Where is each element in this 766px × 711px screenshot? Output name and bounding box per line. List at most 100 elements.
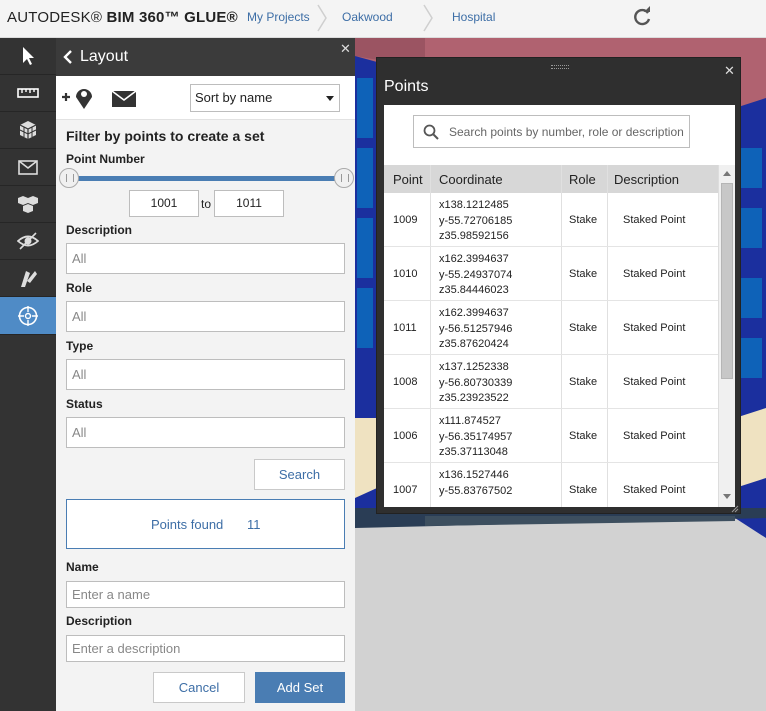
coord-x: x136.1527446 [439, 469, 509, 481]
cell-description: Staked Point [623, 322, 686, 334]
slider-handle-min[interactable] [59, 168, 79, 188]
slider-handle-max[interactable] [334, 168, 354, 188]
tool-views[interactable] [0, 186, 56, 223]
left-toolbar [0, 38, 56, 711]
coord-x: x162.3994637 [439, 307, 509, 319]
table-row[interactable]: 1009 x138.1212485 y-55.72706185 z35.9859… [384, 193, 718, 247]
range-from-input[interactable]: 1001 [129, 190, 199, 217]
coord-y: y-56.80730339 [439, 376, 513, 389]
column-header-point[interactable]: Point [393, 172, 423, 187]
search-icon [423, 124, 439, 140]
scroll-up-icon[interactable] [723, 171, 731, 176]
layout-icon [18, 305, 38, 326]
coord-x: x111.874527 [439, 415, 501, 427]
status-filter[interactable]: All [66, 417, 345, 448]
table-row[interactable]: 1008 x137.1252338 y-56.80730339 z35.2392… [384, 355, 718, 409]
role-filter[interactable]: All [66, 301, 345, 332]
filter-title: Filter by points to create a set [66, 128, 265, 144]
coord-z: z35.84446023 [439, 284, 509, 296]
breadcrumb-chevron-icon [317, 4, 327, 32]
coord-z: z35.23923522 [439, 392, 509, 404]
cell-coordinate: x136.1527446 y-55.83767502 [439, 468, 512, 499]
tool-markup[interactable] [0, 149, 56, 186]
name-label: Name [66, 560, 99, 574]
back-chevron-icon[interactable] [62, 50, 74, 64]
column-header-description[interactable]: Description [614, 172, 679, 187]
app-logo: AUTODESK® BIM 360™ GLUE® [7, 9, 238, 26]
breadcrumb-hospital[interactable]: Hospital [452, 10, 495, 24]
points-table-scrollbar[interactable] [718, 165, 735, 507]
column-header-coordinate[interactable]: Coordinate [439, 172, 503, 187]
cell-role: Stake [569, 376, 598, 388]
search-button[interactable]: Search [254, 459, 345, 490]
measure-icon [17, 88, 39, 98]
logo-product: BIM 360™ GLUE® [106, 9, 238, 26]
clash-icon [21, 271, 37, 287]
range-to-word: to [201, 197, 212, 211]
description-label: Description [66, 223, 133, 237]
breadcrumb-oakwood[interactable]: Oakwood [342, 10, 393, 24]
points-search-input[interactable]: Search points by number, role or descrip… [413, 115, 690, 148]
table-row[interactable]: 1011 x162.3994637 y-56.51257946 z35.8762… [384, 301, 718, 355]
cell-point: 1006 [393, 430, 418, 442]
points-window-close-icon[interactable]: ✕ [724, 63, 735, 79]
set-description-label: Description [66, 614, 133, 628]
tool-clash[interactable] [0, 260, 56, 297]
chevron-down-icon [326, 96, 334, 101]
tool-measure[interactable] [0, 75, 56, 112]
layout-panel: Layout ✕ Sort by name Filter by points t… [56, 38, 355, 711]
views-icon [18, 196, 38, 213]
tool-visibility[interactable] [0, 223, 56, 260]
points-found-label: Points found [151, 517, 224, 532]
set-description-input[interactable]: Enter a description [66, 635, 345, 662]
description-filter[interactable]: All [66, 243, 345, 274]
scroll-thumb[interactable] [721, 183, 733, 379]
point-range-slider[interactable] [69, 176, 344, 181]
resize-grip-icon[interactable] [731, 505, 739, 513]
set-name-input[interactable]: Enter a name [66, 581, 345, 608]
model-icon [19, 121, 37, 139]
cell-role: Stake [569, 484, 598, 496]
cell-coordinate: x162.3994637 y-56.51257946 z35.87620424 [439, 306, 512, 353]
markup-icon [18, 160, 38, 175]
sort-select[interactable]: Sort by name [190, 84, 340, 112]
cancel-button[interactable]: Cancel [153, 672, 245, 703]
points-found-box: Points found 11 [66, 499, 345, 549]
coord-y: y-55.24937074 [439, 268, 513, 281]
tool-select[interactable] [0, 38, 56, 75]
table-row[interactable]: 1010 x162.3994637 y-55.24937074 z35.8444… [384, 247, 718, 301]
mail-icon[interactable] [111, 90, 137, 108]
table-row[interactable]: 1007 x136.1527446 y-55.83767502 Stake St… [384, 463, 718, 507]
panel-close-icon[interactable]: ✕ [340, 41, 351, 57]
type-filter[interactable]: All [66, 359, 345, 390]
tool-layout[interactable] [0, 297, 56, 335]
drag-handle-icon[interactable] [551, 65, 569, 69]
coord-y: y-56.35174957 [439, 430, 513, 443]
points-window-title: Points [384, 78, 429, 95]
cell-coordinate: x111.874527 y-56.35174957 z35.37113048 [439, 414, 512, 461]
refresh-icon[interactable] [630, 5, 654, 29]
sort-select-value: Sort by name [195, 90, 273, 105]
breadcrumb-my-projects[interactable]: My Projects [247, 10, 310, 24]
panel-action-bar: Sort by name [56, 76, 355, 120]
point-number-label: Point Number [66, 152, 145, 166]
breadcrumb-chevron-icon [423, 4, 433, 32]
cell-point: 1011 [393, 322, 417, 334]
scroll-down-icon[interactable] [723, 494, 731, 499]
cell-description: Staked Point [623, 214, 686, 226]
coord-z: z35.98592156 [439, 230, 509, 242]
table-row[interactable]: 1006 x111.874527 y-56.35174957 z35.37113… [384, 409, 718, 463]
range-to-input[interactable]: 1011 [214, 190, 284, 217]
logo-prefix: AUTODESK® [7, 9, 103, 26]
coord-z: z35.37113048 [439, 446, 508, 458]
coord-z: z35.87620424 [439, 338, 509, 350]
points-window-body: Search points by number, role or descrip… [384, 105, 735, 507]
tool-model[interactable] [0, 112, 56, 149]
cell-role: Stake [569, 430, 598, 442]
points-found-count: 11 [247, 517, 261, 532]
cell-role: Stake [569, 322, 598, 334]
column-header-role[interactable]: Role [569, 172, 596, 187]
add-set-button[interactable]: Add Set [255, 672, 345, 703]
status-label: Status [66, 397, 103, 411]
add-point-icon[interactable] [60, 84, 98, 110]
